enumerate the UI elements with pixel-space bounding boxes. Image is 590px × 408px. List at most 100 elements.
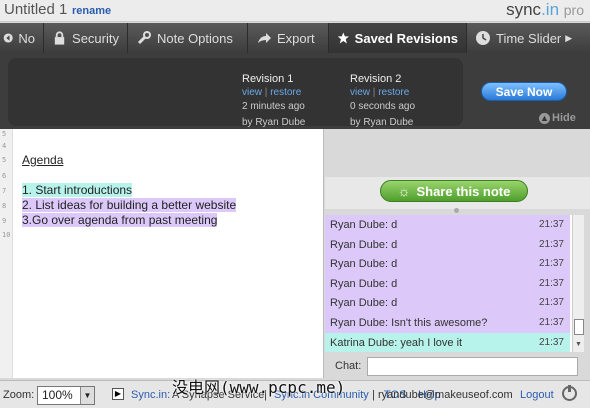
watermark-text: 没电网(www.pcpc.me) — [172, 378, 346, 397]
document-title: Untitled 1 — [4, 1, 68, 18]
revision-item: Revision 2 view | restore 0 seconds ago … — [350, 73, 416, 128]
line-number: 9 — [2, 217, 7, 225]
scrollbar-thumb[interactable] — [574, 319, 584, 335]
logout-link[interactable]: Logout — [520, 389, 554, 401]
toolbar-item-note-options[interactable]: Note Options — [128, 23, 248, 53]
chat-message: Ryan Dube: d 21:37 — [325, 254, 570, 274]
chat-message-text: Ryan Dube: d — [330, 238, 398, 251]
revision-view-link[interactable]: view — [350, 87, 370, 98]
revision-restore-link[interactable]: restore — [378, 87, 409, 98]
sidebar-toggle-icon[interactable]: ▶ — [112, 388, 124, 400]
sun-icon: ☼ — [397, 183, 411, 199]
hide-label: Hide — [552, 112, 576, 124]
share-note-button[interactable]: ☼ Share this note — [380, 180, 528, 202]
revision-view-link[interactable]: view — [242, 87, 262, 98]
revision-title: Revision 1 — [242, 73, 294, 85]
toolbar-label: Note Options — [157, 30, 233, 46]
logo-tld: .in — [541, 0, 560, 19]
toolbar-label: Time Slider — [496, 30, 562, 46]
chat-message: Ryan Dube: d 21:37 — [325, 215, 570, 235]
title-bar: Untitled 1 rename sync.in pro — [0, 0, 590, 22]
toolbar-item-security[interactable]: Security — [44, 23, 128, 53]
syncin-logo: sync.in pro — [506, 0, 584, 20]
arrow-up-icon: ▲ — [539, 112, 550, 124]
zoom-label: Zoom: — [3, 389, 35, 401]
share-label: Share this note — [416, 183, 511, 199]
chevron-down-icon[interactable]: ▼ — [575, 341, 582, 348]
export-arrow-icon — [258, 33, 271, 43]
resize-grip[interactable] — [454, 208, 459, 213]
chevron-right-icon: ▶ — [565, 32, 573, 43]
revision-author: by Ryan Dube — [350, 117, 414, 128]
chat-log: Ryan Dube: d 21:37 Ryan Dube: d 21:37 Ry… — [325, 215, 572, 353]
revision-item: Revision 1 view | restore 2 minutes ago … — [242, 73, 306, 128]
line-number: 5 — [2, 156, 7, 164]
logo-edition: pro — [563, 2, 584, 18]
rename-link[interactable]: rename — [72, 5, 111, 17]
line-number-gutter: 5 4 5 6 7 8 9 10 — [0, 129, 13, 378]
toolbar-label: No — [18, 30, 35, 46]
chat-message-time: 21:37 — [538, 238, 564, 250]
chat-input-label: Chat: — [335, 360, 362, 372]
star-icon — [337, 32, 349, 44]
revision-title: Revision 2 — [350, 73, 402, 85]
line-number: 7 — [2, 187, 7, 195]
chat-message: Ryan Dube: Isn't this awesome? 21:37 — [325, 313, 570, 333]
toolbar-label: Saved Revisions — [354, 30, 458, 46]
revision-time: 2 minutes ago — [242, 101, 305, 112]
chat-message: Ryan Dube: d 21:37 — [325, 273, 570, 294]
chat-message-time: 21:37 — [538, 336, 564, 348]
chat-scrollbar[interactable]: ▼ — [572, 215, 584, 352]
line-number: 10 — [2, 231, 11, 239]
chat-message: Ryan Dube: d 21:37 — [325, 234, 570, 255]
circle-arrow-left-icon — [3, 33, 13, 43]
chat-message-text: Ryan Dube: d — [330, 219, 398, 231]
user-email: ryandube@makeuseof.com — [378, 389, 513, 401]
lock-icon — [54, 31, 65, 45]
chat-message-text: Ryan Dube: d — [330, 277, 398, 290]
agenda-heading: Agenda — [22, 153, 64, 167]
right-panel: ☼ Share this note Ryan Dube: d 21:37 Rya… — [325, 129, 590, 378]
toolbar-label: Security — [72, 30, 119, 46]
save-now-button[interactable]: Save Now — [481, 82, 567, 101]
chat-message-text: Ryan Dube: d — [330, 258, 398, 271]
chat-message-text: Ryan Dube: Isn't this awesome? — [330, 317, 488, 329]
toolbar-item-no[interactable]: No — [0, 23, 44, 53]
editor-line: 2. List ideas for building a better webs… — [22, 198, 237, 212]
editor-line: 1. Start introductions — [22, 183, 133, 197]
logo-brand: sync — [506, 0, 542, 19]
chat-message-text: Katrina Dube: yeah I love it — [330, 336, 463, 349]
wrench-icon — [137, 31, 151, 45]
revisions-list: Revision 1 view | restore 2 minutes ago … — [8, 58, 463, 128]
chevron-down-icon: ▼ — [80, 387, 94, 404]
toolbar: No Security Note Options Export Saved Re… — [0, 23, 590, 53]
power-icon[interactable] — [562, 385, 577, 401]
chat-message: Katrina Dube: yeah I love it 21:37 — [325, 332, 570, 353]
toolbar-item-saved-revisions[interactable]: Saved Revisions — [329, 23, 467, 53]
chat-message-time: 21:37 — [538, 297, 564, 309]
chat-message-time: 21:37 — [538, 258, 564, 270]
chat-input-row: Chat: — [325, 355, 590, 378]
toolbar-label: Export — [277, 30, 315, 46]
revision-restore-link[interactable]: restore — [270, 87, 301, 98]
chat-message-time: 21:37 — [538, 317, 564, 328]
chat-message-time: 21:37 — [538, 219, 564, 230]
chat-input[interactable] — [367, 357, 578, 376]
line-number: 5 — [2, 130, 7, 138]
clock-icon — [476, 31, 490, 45]
zoom-value: 100% — [42, 388, 73, 402]
revision-time: 0 seconds ago — [350, 101, 416, 112]
editor-line: 3.Go over agenda from past meeting — [22, 213, 218, 227]
toolbar-item-export[interactable]: Export — [248, 23, 329, 53]
chat-message: Ryan Dube: d 21:37 — [325, 293, 570, 313]
footer-separator: | — [372, 389, 375, 401]
note-editor[interactable]: 5 4 5 6 7 8 9 10 Agenda 1. Start introdu… — [0, 129, 324, 378]
hide-revisions-button[interactable]: ▲ Hide — [539, 112, 576, 124]
line-number: 4 — [2, 142, 7, 150]
syncin-link[interactable]: Sync.in: — [131, 389, 170, 401]
toolbar-item-time-slider[interactable]: Time Slider ▶ — [467, 23, 590, 53]
line-number: 6 — [2, 172, 7, 180]
line-number: 8 — [2, 202, 7, 210]
zoom-select[interactable]: 100% ▼ — [37, 386, 95, 405]
revision-author: by Ryan Dube — [242, 117, 306, 128]
